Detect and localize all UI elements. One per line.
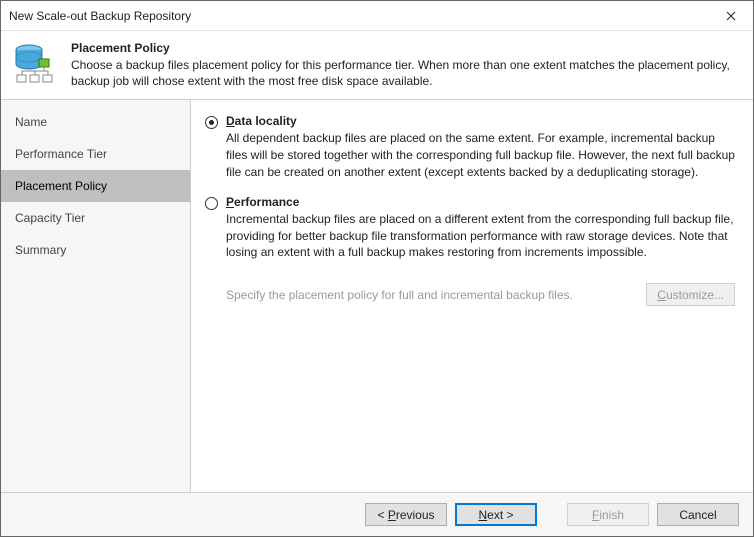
option-data-locality[interactable]: Data locality All dependent backup files… — [205, 114, 735, 180]
close-button[interactable] — [708, 1, 753, 31]
option-data-locality-label: Data locality — [226, 114, 735, 128]
finish-button: Finish — [567, 503, 649, 526]
option-performance[interactable]: Performance Incremental backup files are… — [205, 195, 735, 261]
close-icon — [726, 11, 736, 21]
radio-performance[interactable] — [205, 197, 218, 210]
header-title: Placement Policy — [71, 41, 739, 55]
wizard-content: Data locality All dependent backup files… — [191, 100, 753, 492]
option-performance-label: Performance — [226, 195, 735, 209]
previous-button[interactable]: < Previous — [365, 503, 447, 526]
title-bar: New Scale-out Backup Repository — [1, 1, 753, 31]
next-button[interactable]: Next > — [455, 503, 537, 526]
option-data-locality-desc: All dependent backup files are placed on… — [226, 130, 735, 180]
option-performance-desc: Incremental backup files are placed on a… — [226, 211, 735, 261]
customize-hint: Specify the placement policy for full an… — [226, 288, 636, 302]
wizard-footer: < Previous Next > Finish Cancel — [1, 492, 753, 536]
wizard-header: Placement Policy Choose a backup files p… — [1, 31, 753, 100]
customize-button: Customize... — [646, 283, 735, 306]
cancel-button[interactable]: Cancel — [657, 503, 739, 526]
radio-data-locality[interactable] — [205, 116, 218, 129]
nav-item-performance-tier[interactable]: Performance Tier — [1, 138, 190, 170]
wizard-nav: Name Performance Tier Placement Policy C… — [1, 100, 191, 492]
nav-item-capacity-tier[interactable]: Capacity Tier — [1, 202, 190, 234]
window-title: New Scale-out Backup Repository — [9, 9, 708, 23]
nav-item-placement-policy[interactable]: Placement Policy — [1, 170, 190, 202]
repository-icon — [11, 41, 59, 89]
nav-item-summary[interactable]: Summary — [1, 234, 190, 266]
nav-item-name[interactable]: Name — [1, 106, 190, 138]
header-description: Choose a backup files placement policy f… — [71, 57, 739, 89]
